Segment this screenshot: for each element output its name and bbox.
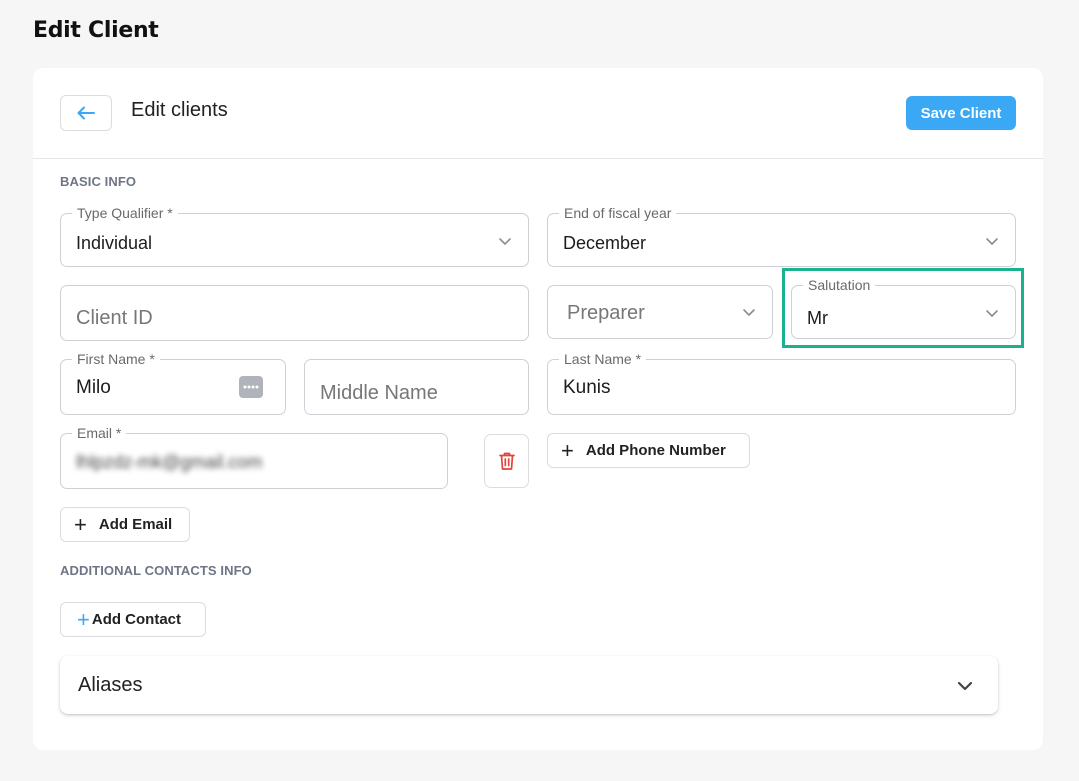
edit-client-card: Edit clients Save Client BASIC INFO Type… <box>33 68 1043 750</box>
plus-icon: + <box>561 437 574 463</box>
email-value: lhlpzdz-mk@gmail.com <box>76 452 263 472</box>
back-button[interactable] <box>60 95 112 131</box>
first-name-value: Milo <box>76 377 111 398</box>
last-name-value: Kunis <box>563 377 611 398</box>
fiscal-year-value: December <box>563 233 647 253</box>
password-dots-icon[interactable] <box>239 376 263 398</box>
salutation-highlight <box>782 268 1024 348</box>
email-label: Email * <box>72 425 127 441</box>
last-name-label: Last Name * <box>559 351 647 367</box>
add-phone-number-label: Add Phone Number <box>585 442 726 459</box>
card-title: Edit clients <box>131 99 228 121</box>
type-qualifier-label: Type Qualifier * <box>72 205 178 221</box>
preparer-placeholder: Preparer <box>567 302 645 324</box>
last-name-input[interactable]: Last Name * Kunis <box>547 351 1016 415</box>
fiscal-year-label: End of fiscal year <box>559 205 677 221</box>
plus-icon: + <box>77 606 90 632</box>
add-email-button[interactable]: + Add Email <box>60 507 190 542</box>
first-name-label: First Name * <box>72 351 160 367</box>
aliases-accordion[interactable]: Aliases <box>60 656 998 714</box>
chevron-down-icon <box>499 238 511 246</box>
chevron-down-icon <box>957 681 973 691</box>
chevron-down-icon <box>986 238 998 246</box>
type-qualifier-select[interactable]: Type Qualifier * Individual <box>60 205 529 267</box>
add-email-label: Add Email <box>98 516 173 533</box>
card-header: Edit clients Save Client <box>33 68 1043 159</box>
add-contact-label: Add Contact <box>91 611 182 628</box>
save-client-button[interactable]: Save Client <box>906 96 1016 130</box>
page-title: Edit Client <box>33 18 159 43</box>
client-id-input[interactable]: Client ID <box>60 285 529 341</box>
preparer-select[interactable]: Preparer <box>547 285 773 339</box>
basic-info-label: BASIC INFO <box>60 174 137 189</box>
middle-name-input[interactable]: Middle Name <box>304 359 529 415</box>
middle-name-placeholder: Middle Name <box>320 382 438 404</box>
additional-contacts-label: ADDITIONAL CONTACTS INFO <box>60 563 252 578</box>
type-qualifier-value: Individual <box>76 233 153 253</box>
client-id-placeholder: Client ID <box>76 307 153 329</box>
arrow-left-icon <box>77 106 95 120</box>
first-name-input[interactable]: First Name * Milo <box>60 351 286 415</box>
plus-icon: + <box>74 511 87 537</box>
aliases-label: Aliases <box>78 674 143 696</box>
email-input[interactable]: Email * lhlpzdz-mk@gmail.com <box>60 425 448 489</box>
add-phone-number-button[interactable]: + Add Phone Number <box>547 433 750 468</box>
delete-email-button[interactable] <box>484 434 529 488</box>
add-contact-button[interactable]: + Add Contact <box>60 602 206 637</box>
trash-icon <box>498 452 515 470</box>
chevron-down-icon <box>743 309 755 317</box>
fiscal-year-select[interactable]: End of fiscal year December <box>547 205 1016 267</box>
